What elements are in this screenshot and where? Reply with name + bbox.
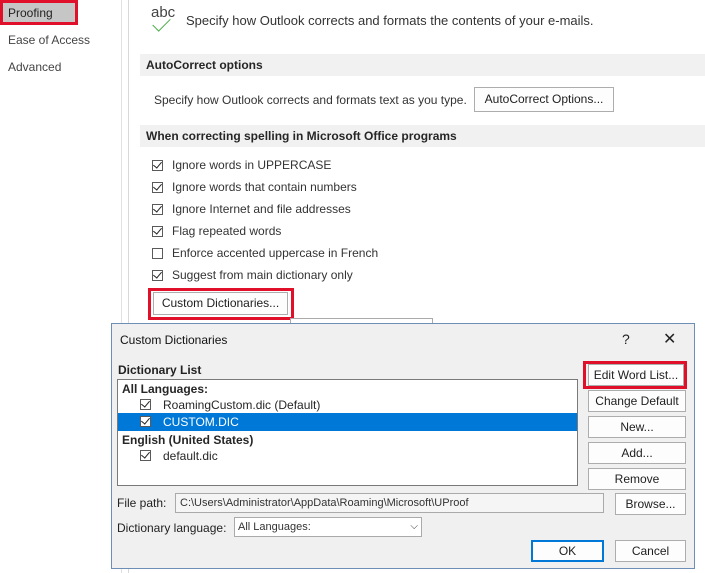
nav-item-ease-of-access[interactable]: Ease of Access (8, 33, 90, 47)
list-item[interactable]: RoamingCustom.dic (Default) (118, 396, 577, 413)
option-label: Suggest from main dictionary only (172, 268, 353, 282)
group-all-languages: All Languages: (122, 382, 209, 396)
dictionary-language-label: Dictionary language: (117, 521, 227, 535)
close-icon[interactable]: ✕ (663, 329, 676, 349)
dictionary-list-label: Dictionary List (118, 363, 202, 377)
checkbox[interactable] (152, 203, 163, 215)
ok-button[interactable]: OK (531, 540, 604, 562)
group-english-us: English (United States) (122, 433, 254, 447)
autocorrect-section-title: AutoCorrect options (140, 54, 705, 76)
new-button[interactable]: New... (588, 416, 686, 438)
checkbox[interactable] (140, 415, 151, 427)
checkbox[interactable] (152, 269, 163, 281)
change-default-button[interactable]: Change Default (588, 390, 686, 412)
checkbox[interactable] (152, 225, 163, 237)
browse-button[interactable]: Browse... (615, 493, 686, 515)
option-label: Ignore Internet and file addresses (172, 202, 351, 216)
spelling-section-title: When correcting spelling in Microsoft Of… (140, 125, 705, 147)
nav-item-advanced[interactable]: Advanced (8, 60, 61, 74)
highlight-proofing (0, 0, 78, 25)
list-item[interactable]: default.dic (118, 447, 577, 464)
option-label: Enforce accented uppercase in French (172, 246, 379, 260)
dictionary-language-select[interactable]: All Languages: ⌵ (234, 517, 422, 537)
file-path-label: File path: (117, 496, 167, 510)
option-label: Ignore words that contain numbers (172, 180, 357, 194)
add-button[interactable]: Add... (588, 442, 686, 464)
help-icon[interactable]: ? (622, 331, 630, 347)
selected-language: All Languages: (238, 521, 311, 533)
options-nav: Proofing Ease of Access Advanced (0, 0, 122, 573)
chevron-down-icon: ⌵ (410, 521, 418, 532)
list-item-selected[interactable]: CUSTOM.DIC (118, 413, 577, 431)
cancel-button[interactable]: Cancel (615, 540, 686, 562)
autocorrect-text: Specify how Outlook corrects and formats… (154, 93, 467, 107)
list-item-label: CUSTOM.DIC (163, 415, 239, 429)
option-label: Flag repeated words (172, 224, 282, 238)
highlight-custom-dictionaries (148, 288, 294, 320)
dictionary-list[interactable]: All Languages: RoamingCustom.dic (Defaul… (117, 379, 578, 486)
autocorrect-options-button[interactable]: AutoCorrect Options... (474, 87, 614, 112)
remove-button[interactable]: Remove (588, 468, 686, 490)
checkbox[interactable] (152, 159, 163, 171)
list-item-label: default.dic (163, 449, 218, 463)
option-label: Ignore words in UPPERCASE (172, 158, 332, 172)
checkbox[interactable] (140, 398, 151, 410)
file-path-field: C:\Users\Administrator\AppData\Roaming\M… (175, 493, 604, 513)
page-description: Specify how Outlook corrects and formats… (186, 13, 594, 28)
checkbox[interactable] (152, 248, 163, 259)
checkbox[interactable] (152, 181, 163, 193)
dialog-title: Custom Dictionaries (120, 333, 228, 347)
highlight-edit-word-list (583, 361, 687, 389)
list-item-label: RoamingCustom.dic (Default) (163, 398, 321, 412)
checkbox[interactable] (140, 449, 151, 461)
